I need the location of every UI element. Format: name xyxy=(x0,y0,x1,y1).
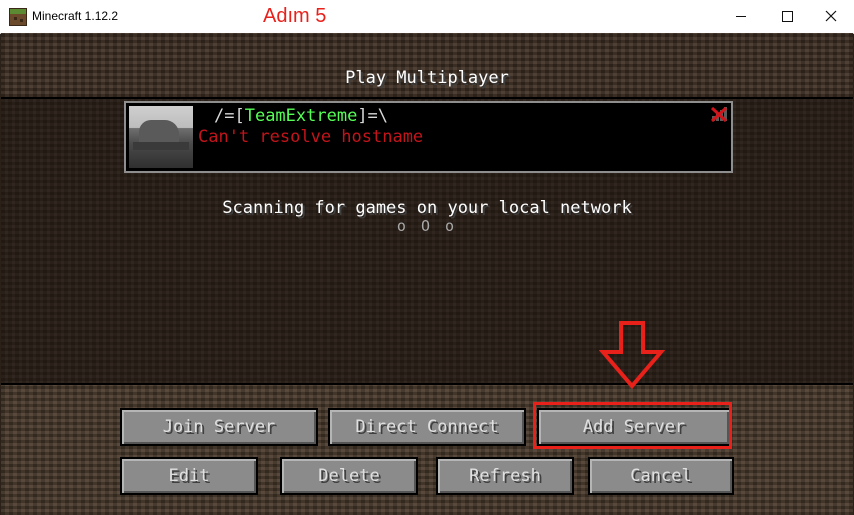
add-server-highlight xyxy=(533,402,732,449)
lan-scan-spinner: o O o xyxy=(396,217,458,235)
server-status: Can't resolve hostname xyxy=(198,127,424,147)
server-name-prefix: /=[ xyxy=(214,106,245,126)
no-connection-icon xyxy=(710,106,728,123)
server-list-item[interactable]: /=[TeamExtreme]=\ Can't resolve hostname xyxy=(124,101,733,173)
minecraft-grass-block-icon xyxy=(9,8,27,26)
server-name-highlight: TeamExtreme xyxy=(244,106,358,126)
delete-button[interactable]: Delete xyxy=(280,457,418,495)
header-band xyxy=(1,33,853,99)
close-icon xyxy=(825,10,837,22)
maximize-button[interactable] xyxy=(764,0,810,32)
minimize-icon xyxy=(736,15,746,17)
lan-scan-text: Scanning for games on your local network xyxy=(222,198,632,218)
direct-connect-button[interactable]: Direct Connect xyxy=(328,408,526,446)
close-button[interactable] xyxy=(808,0,854,32)
page-title: Play Multiplayer xyxy=(345,68,509,88)
refresh-button[interactable]: Refresh xyxy=(436,457,574,495)
server-icon xyxy=(129,106,193,168)
maximize-icon xyxy=(781,10,793,22)
down-arrow-icon xyxy=(599,321,665,390)
window-title: Minecraft 1.12.2 xyxy=(32,9,119,23)
window-titlebar: Minecraft 1.12.2 Adım 5 xyxy=(0,0,854,34)
minimize-button[interactable] xyxy=(718,0,764,32)
game-screen: Play Multiplayer /=[TeamExtreme]=\ Can't… xyxy=(1,33,853,515)
step-annotation: Adım 5 xyxy=(263,5,327,27)
cancel-button[interactable]: Cancel xyxy=(588,457,734,495)
server-name-suffix: ]=\ xyxy=(357,106,389,126)
join-server-button[interactable]: Join Server xyxy=(120,408,318,446)
edit-button[interactable]: Edit xyxy=(120,457,258,495)
server-name: /=[TeamExtreme]=\ xyxy=(214,106,388,126)
